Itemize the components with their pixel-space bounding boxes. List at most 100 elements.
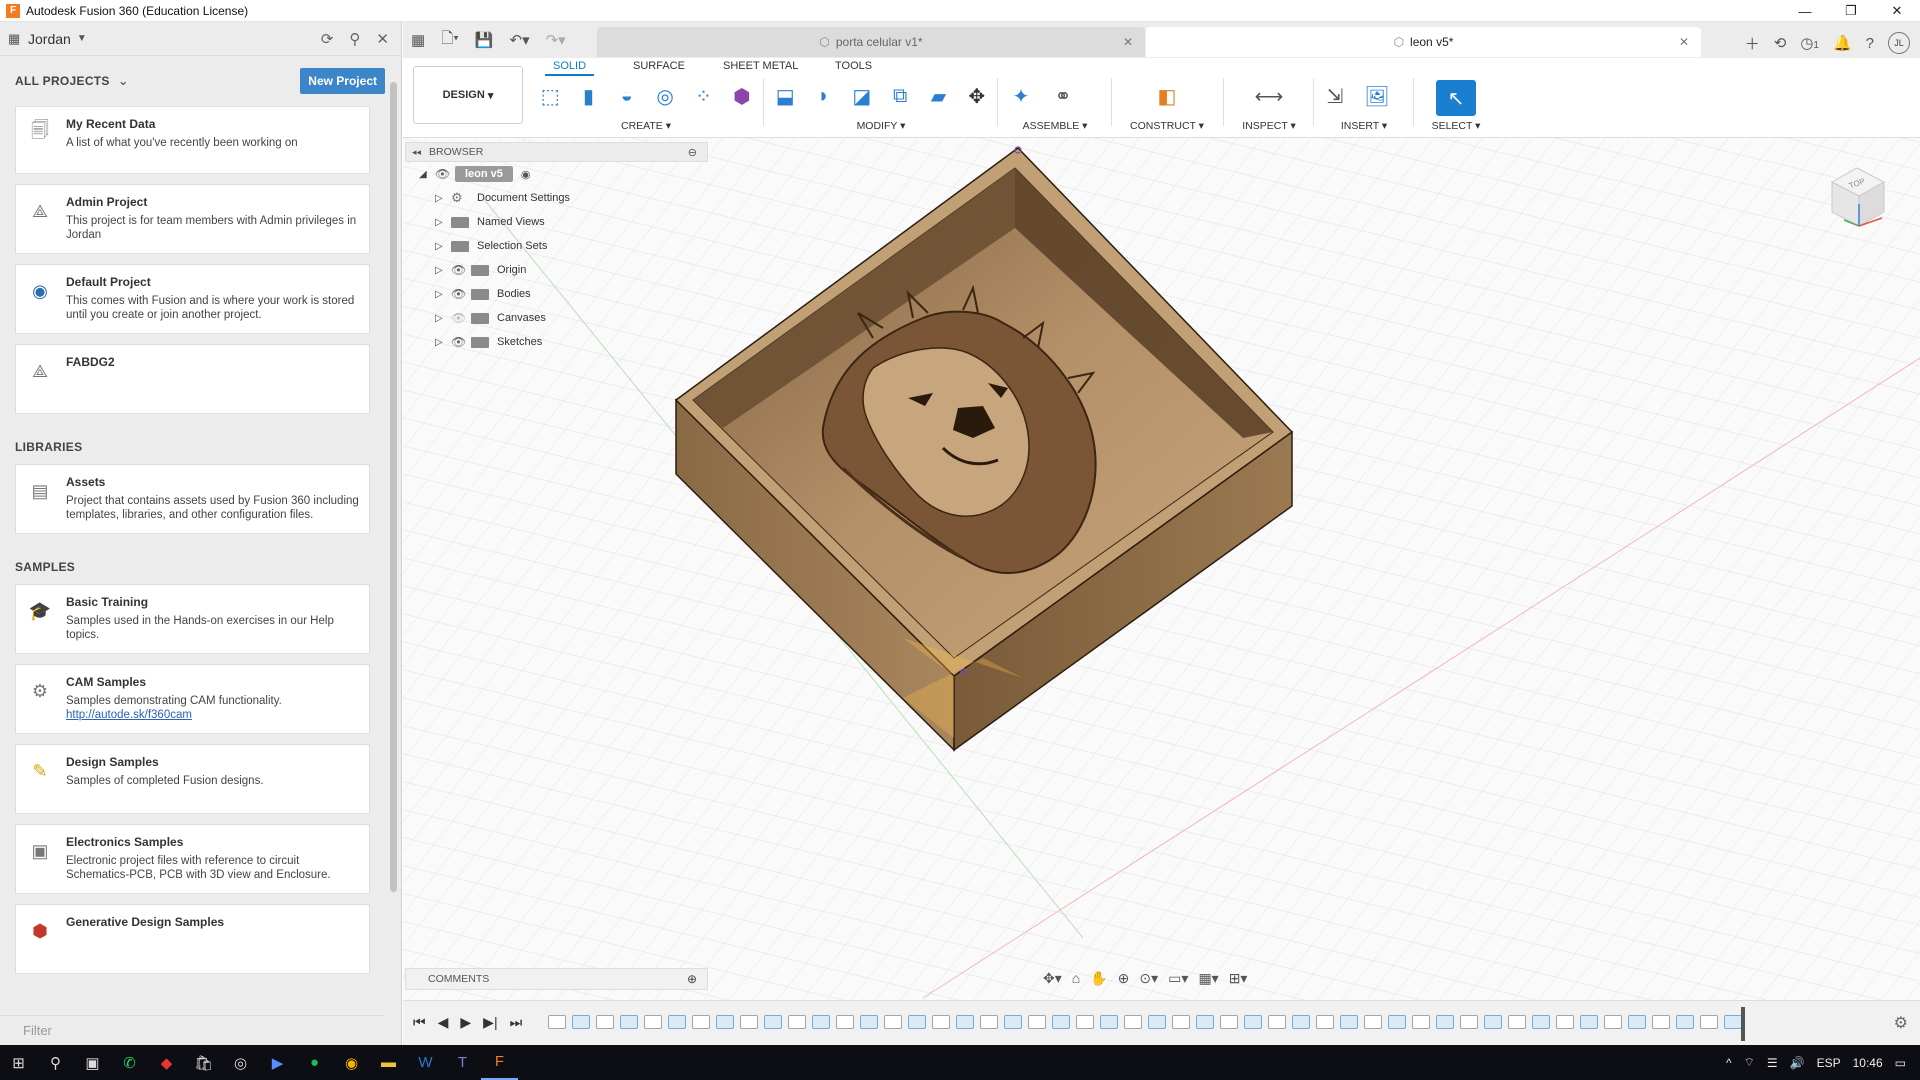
- close-icon[interactable]: ✕: [1874, 0, 1920, 22]
- project-card-admin[interactable]: ⟁ Admin Project This project is for team…: [15, 184, 370, 254]
- timeline-feature-icon[interactable]: [1052, 1015, 1070, 1029]
- timeline-feature-icon[interactable]: [1532, 1015, 1550, 1029]
- view-cube[interactable]: TOP: [1822, 160, 1892, 240]
- save-icon[interactable]: 💾: [475, 31, 494, 49]
- visibility-eye-icon[interactable]: 👁: [451, 263, 471, 277]
- select-menu[interactable]: SELECT ▾: [1421, 120, 1491, 132]
- all-projects-label[interactable]: ALL PROJECTS: [15, 74, 110, 88]
- form-icon[interactable]: ⬢: [728, 80, 756, 112]
- help-icon[interactable]: ?: [1866, 35, 1874, 52]
- new-tab-icon[interactable]: ＋: [1745, 33, 1760, 54]
- visibility-eye-icon[interactable]: 👁: [451, 287, 471, 301]
- timeline-feature-icon[interactable]: [1628, 1015, 1646, 1029]
- data-panel-scrollbar[interactable]: [390, 82, 397, 892]
- timeline-feature-icon[interactable]: [1460, 1015, 1478, 1029]
- team-hub-icon[interactable]: ▦: [8, 31, 22, 46]
- expand-triangle-icon[interactable]: ▷: [435, 337, 451, 348]
- expand-triangle-icon[interactable]: ▷: [435, 217, 451, 228]
- timeline-feature-icon[interactable]: [644, 1015, 662, 1029]
- timeline-feature-icon[interactable]: [1028, 1015, 1046, 1029]
- timeline-feature-icon[interactable]: [1196, 1015, 1214, 1029]
- inspect-menu[interactable]: INSPECT ▾: [1229, 120, 1309, 132]
- clock[interactable]: 10:46: [1853, 1056, 1883, 1070]
- hidden-eye-icon[interactable]: 👁: [451, 311, 471, 325]
- timeline-feature-icon[interactable]: [1484, 1015, 1502, 1029]
- timeline-feature-icon[interactable]: [1364, 1015, 1382, 1029]
- construct-menu[interactable]: CONSTRUCT ▾: [1117, 120, 1217, 132]
- offset-plane-icon[interactable]: ◧: [1151, 80, 1183, 112]
- combine-icon[interactable]: ⧉: [886, 80, 914, 112]
- app-icon[interactable]: ◎: [222, 1045, 259, 1080]
- tab-tools[interactable]: TOOLS: [827, 60, 880, 76]
- timeline-feature-icon[interactable]: [1604, 1015, 1622, 1029]
- timeline-feature-icon[interactable]: [1100, 1015, 1118, 1029]
- browser-node-named-views[interactable]: ▷ Named Views: [405, 210, 708, 234]
- insert-derive-icon[interactable]: ⇲: [1319, 80, 1351, 112]
- select-icon[interactable]: ↖: [1436, 80, 1476, 116]
- grid-settings-icon[interactable]: ▦▾: [1198, 970, 1218, 987]
- network-icon[interactable]: ⌔: [1744, 1055, 1755, 1070]
- user-hub-selector[interactable]: Jordan: [28, 31, 71, 47]
- language-indicator[interactable]: ESP: [1817, 1056, 1841, 1070]
- volume-icon[interactable]: 🔊: [1790, 1056, 1805, 1070]
- timeline-feature-icon[interactable]: [956, 1015, 974, 1029]
- timeline-feature-icon[interactable]: [1268, 1015, 1286, 1029]
- library-card-assets[interactable]: ▤ Assets Project that contains assets us…: [15, 464, 370, 534]
- restore-icon[interactable]: ❐: [1828, 0, 1874, 22]
- timeline-feature-icon[interactable]: [1244, 1015, 1262, 1029]
- file-icon[interactable]: 🗋▾: [441, 28, 459, 53]
- comments-panel[interactable]: COMMENTS ⊕: [405, 968, 708, 990]
- word-icon[interactable]: W: [407, 1045, 444, 1080]
- tray-expand-icon[interactable]: ^: [1726, 1056, 1732, 1070]
- move-icon[interactable]: ✥: [963, 80, 991, 112]
- go-to-end-icon[interactable]: ⏭: [510, 1014, 523, 1031]
- timeline-feature-icon[interactable]: [1292, 1015, 1310, 1029]
- timeline-feature-icon[interactable]: [1700, 1015, 1718, 1029]
- sample-card-design[interactable]: ✎ Design Samples Samples of completed Fu…: [15, 744, 370, 814]
- undo-icon[interactable]: ↶▾: [510, 31, 530, 49]
- timeline-feature-icon[interactable]: [1652, 1015, 1670, 1029]
- fillet-icon[interactable]: ◗: [809, 80, 837, 112]
- chevron-down-icon[interactable]: ⌄: [118, 73, 129, 89]
- browser-node-origin[interactable]: ▷ 👁 Origin: [405, 258, 708, 282]
- timeline-settings-icon[interactable]: ⚙: [1894, 1013, 1908, 1033]
- expand-triangle-icon[interactable]: ▷: [435, 241, 451, 252]
- timeline-feature-icon[interactable]: [596, 1015, 614, 1029]
- display-settings-icon[interactable]: ▭▾: [1168, 970, 1188, 987]
- timeline-feature-icon[interactable]: [1580, 1015, 1598, 1029]
- browser-node-selection-sets[interactable]: ▷ Selection Sets: [405, 234, 708, 258]
- modify-menu[interactable]: MODIFY ▾: [771, 120, 991, 132]
- project-card-fabdg2[interactable]: ⟁ FABDG2: [15, 344, 370, 414]
- expand-triangle-icon[interactable]: ▷: [435, 313, 451, 324]
- timeline-feature-icon[interactable]: [1172, 1015, 1190, 1029]
- visibility-eye-icon[interactable]: 👁: [435, 167, 455, 181]
- timeline-feature-icon[interactable]: [860, 1015, 878, 1029]
- browser-node-document-settings[interactable]: ▷ ⚙ Document Settings: [405, 186, 708, 210]
- sample-card-generative[interactable]: ⬢ Generative Design Samples: [15, 904, 370, 974]
- avatar[interactable]: JL: [1888, 32, 1910, 54]
- create-menu[interactable]: CREATE ▾: [536, 120, 756, 132]
- timeline-feature-icon[interactable]: [980, 1015, 998, 1029]
- step-forward-icon[interactable]: ▶|: [483, 1014, 497, 1031]
- browser-header[interactable]: ◂◂ BROWSER ⊖: [405, 142, 708, 162]
- tab-sheet-metal[interactable]: SHEET METAL: [715, 60, 806, 76]
- joint-icon[interactable]: ⚭: [1047, 80, 1079, 112]
- timeline-feature-icon[interactable]: [548, 1015, 566, 1029]
- go-to-start-icon[interactable]: ⏮: [413, 1014, 426, 1031]
- timeline-feature-icon[interactable]: [1316, 1015, 1334, 1029]
- close-tab-icon[interactable]: ✕: [1679, 35, 1689, 49]
- timeline-feature-icon[interactable]: [836, 1015, 854, 1029]
- close-tab-icon[interactable]: ✕: [1123, 35, 1133, 49]
- shell-icon[interactable]: ◪: [848, 80, 876, 112]
- timeline-feature-icon[interactable]: [1724, 1015, 1742, 1029]
- browser-node-bodies[interactable]: ▷ 👁 Bodies: [405, 282, 708, 306]
- hole-icon[interactable]: ◎: [651, 80, 679, 112]
- timeline-feature-icon[interactable]: [884, 1015, 902, 1029]
- timeline-feature-icon[interactable]: [764, 1015, 782, 1029]
- timeline-feature-icon[interactable]: [1148, 1015, 1166, 1029]
- timeline-feature-icon[interactable]: [788, 1015, 806, 1029]
- timeline-feature-icon[interactable]: [908, 1015, 926, 1029]
- timeline-feature-icon[interactable]: [668, 1015, 686, 1029]
- tab-leon[interactable]: ⬡ leon v5* ✕: [1146, 27, 1701, 57]
- store-icon[interactable]: 🛍: [185, 1045, 222, 1080]
